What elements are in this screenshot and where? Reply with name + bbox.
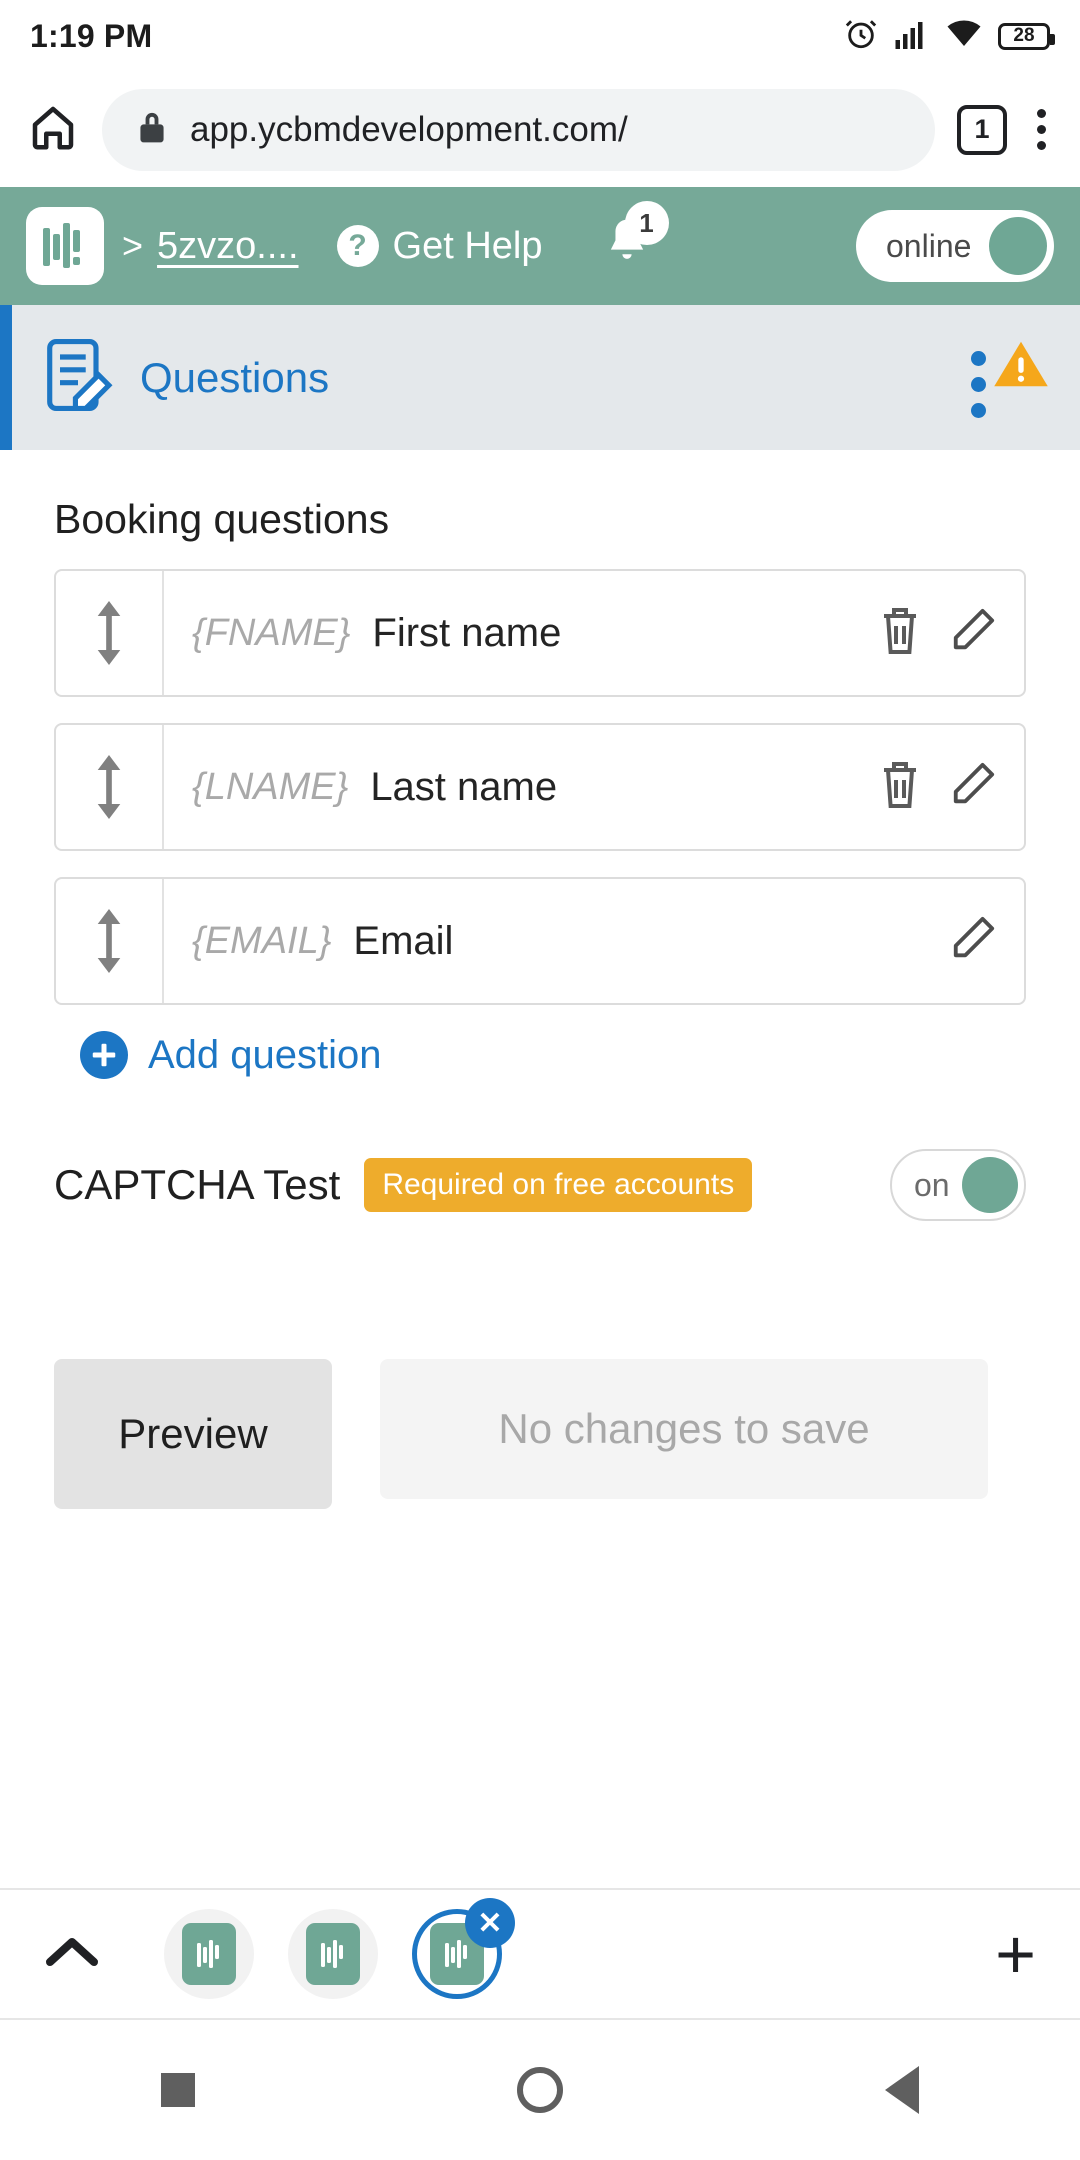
- question-mark-icon: ?: [336, 225, 379, 267]
- question-name: Email: [353, 918, 454, 963]
- pencil-icon[interactable]: [950, 606, 996, 661]
- chevron-up-icon[interactable]: [44, 1932, 100, 1977]
- breadcrumb-link[interactable]: 5zvzo....: [157, 225, 299, 268]
- toggle-knob: [989, 217, 1047, 275]
- list-item[interactable]: [288, 1909, 378, 1999]
- drag-updown-icon[interactable]: [56, 879, 164, 1003]
- table-row[interactable]: {EMAIL} Email: [54, 877, 1026, 1005]
- square-icon[interactable]: [161, 2073, 195, 2107]
- warning-triangle-icon[interactable]: [992, 337, 1050, 396]
- row-actions: [878, 725, 1024, 849]
- question-token: {EMAIL}: [192, 919, 332, 962]
- battery-level: 28: [1013, 25, 1035, 46]
- circle-icon[interactable]: [517, 2067, 563, 2113]
- booking-questions-title: Booking questions: [54, 496, 390, 542]
- captcha-toggle[interactable]: on: [890, 1149, 1026, 1221]
- cellular-signal-icon: [894, 19, 930, 54]
- table-row[interactable]: {LNAME} Last name: [54, 723, 1026, 851]
- section-menu-icon[interactable]: [971, 337, 986, 418]
- question-label-group: {EMAIL} Email: [164, 879, 950, 1003]
- get-help-button[interactable]: ? Get Help: [336, 224, 543, 268]
- list-item[interactable]: [164, 1909, 254, 1999]
- question-name: Last name: [370, 764, 558, 809]
- online-toggle-label: online: [886, 227, 972, 264]
- question-label-group: {FNAME} First name: [164, 571, 878, 695]
- action-button-row: Preview No changes to save: [54, 1359, 1026, 1509]
- tab-chip-group: ✕: [164, 1898, 515, 1999]
- row-actions: [878, 571, 1024, 695]
- ycbm-app-icon: [182, 1923, 236, 1985]
- page-title: Questions: [140, 353, 330, 401]
- url-text: app.ycbmdevelopment.com/: [190, 109, 628, 149]
- wifi-icon: [946, 19, 982, 54]
- drag-updown-icon[interactable]: [56, 571, 164, 695]
- pencil-icon[interactable]: [950, 914, 996, 969]
- add-question-button[interactable]: Add question: [80, 1031, 1026, 1079]
- ycbm-bar-logo-icon[interactable]: [26, 207, 104, 285]
- toggle-knob: [962, 1157, 1018, 1213]
- close-icon[interactable]: ✕: [465, 1898, 515, 1948]
- trash-icon[interactable]: [878, 606, 922, 661]
- app-tab-bar: ✕ +: [0, 1888, 1080, 2020]
- android-nav-bar: [0, 2020, 1080, 2160]
- preview-button[interactable]: Preview: [54, 1359, 332, 1509]
- tab-counter-button[interactable]: 1: [957, 104, 1007, 155]
- captcha-label: CAPTCHA Test: [54, 1161, 341, 1208]
- question-token: {LNAME}: [192, 765, 349, 808]
- trash-icon[interactable]: [878, 760, 922, 815]
- battery-icon: 28: [998, 22, 1055, 50]
- questions-section-header: Questions: [0, 305, 1080, 450]
- main-content: Booking questions {FNAME} First name {LN…: [0, 450, 1080, 1509]
- home-icon[interactable]: [26, 100, 80, 159]
- row-actions: [950, 879, 1024, 1003]
- app-header: > 5zvzo.... ? Get Help 1 online: [0, 187, 1080, 305]
- status-icon-group: 28: [844, 17, 1055, 56]
- notification-badge: 1: [624, 201, 669, 245]
- ycbm-app-icon: [306, 1923, 360, 1985]
- captcha-toggle-label: on: [914, 1166, 950, 1203]
- notifications-button[interactable]: 1: [599, 201, 669, 279]
- browser-toolbar: app.ycbmdevelopment.com/ 1: [0, 72, 1080, 187]
- form-edit-icon: [42, 336, 114, 419]
- browser-menu-icon[interactable]: [1029, 109, 1054, 150]
- captcha-setting-row: CAPTCHA Test Required on free accounts o…: [54, 1149, 1026, 1221]
- get-help-label: Get Help: [392, 224, 543, 267]
- question-label-group: {LNAME} Last name: [164, 725, 878, 849]
- plus-circle-icon: [80, 1031, 128, 1079]
- triangle-back-icon[interactable]: [885, 2066, 919, 2114]
- android-status-bar: 1:19 PM 28: [0, 0, 1080, 72]
- url-bar[interactable]: app.ycbmdevelopment.com/: [102, 88, 935, 171]
- status-time: 1:19 PM: [30, 17, 153, 54]
- save-button: No changes to save: [380, 1359, 988, 1499]
- question-token: {FNAME}: [192, 611, 351, 654]
- status-badge: Required on free accounts: [364, 1158, 753, 1212]
- question-name: First name: [372, 610, 562, 655]
- lock-icon: [136, 109, 168, 150]
- online-status-toggle[interactable]: online: [856, 210, 1054, 282]
- table-row[interactable]: {FNAME} First name: [54, 569, 1026, 697]
- add-question-label: Add question: [148, 1032, 382, 1077]
- section-header-actions: [971, 337, 1050, 418]
- bell-icon: [599, 219, 655, 279]
- breadcrumb-separator: >: [122, 225, 144, 266]
- list-item-active[interactable]: ✕: [412, 1898, 515, 1999]
- drag-updown-icon[interactable]: [56, 725, 164, 849]
- pencil-icon[interactable]: [950, 760, 996, 815]
- plus-icon[interactable]: +: [995, 1919, 1036, 1989]
- alarm-icon: [844, 17, 878, 56]
